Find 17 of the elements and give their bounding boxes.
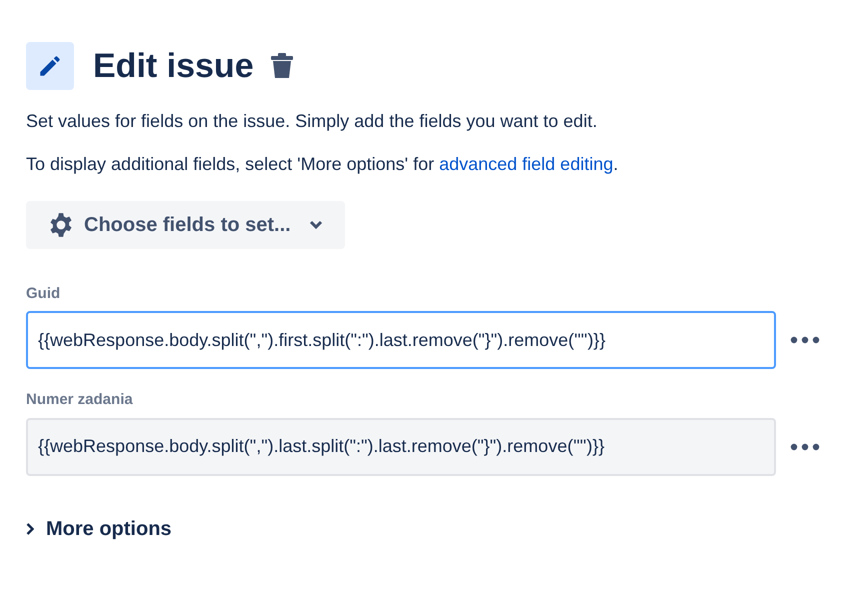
ellipsis-icon — [790, 336, 820, 344]
delete-button[interactable] — [270, 53, 294, 79]
gear-icon — [48, 212, 74, 238]
chevron-down-icon — [308, 220, 323, 230]
text-field[interactable]: {{webResponse.body.split(",").first.split(":").last.remove("}").remove('"')}} — [26, 311, 776, 370]
choose-fields-button[interactable]: Choose fields to set... — [26, 200, 345, 249]
field-label: Numer zadania — [26, 390, 134, 410]
advanced-editing-link[interactable]: advanced field editing — [439, 154, 614, 174]
field-label: Guid — [26, 284, 62, 304]
more-options-toggle[interactable]: More options — [26, 514, 172, 544]
trash-icon — [270, 53, 294, 79]
text-field[interactable]: {{webResponse.body.split(",").last.split(":").last.remove("}").remove('"')}} — [26, 418, 776, 476]
description-text: Set values for fields on the issue. Simply add the fields you want to edit. — [26, 110, 598, 133]
hint-text: To display additional fields, select 'More options' for advanced field editing. — [26, 153, 620, 176]
page-title: Edit issue — [93, 46, 254, 86]
chevron-right-icon — [26, 522, 34, 535]
ellipsis-icon — [790, 442, 820, 451]
